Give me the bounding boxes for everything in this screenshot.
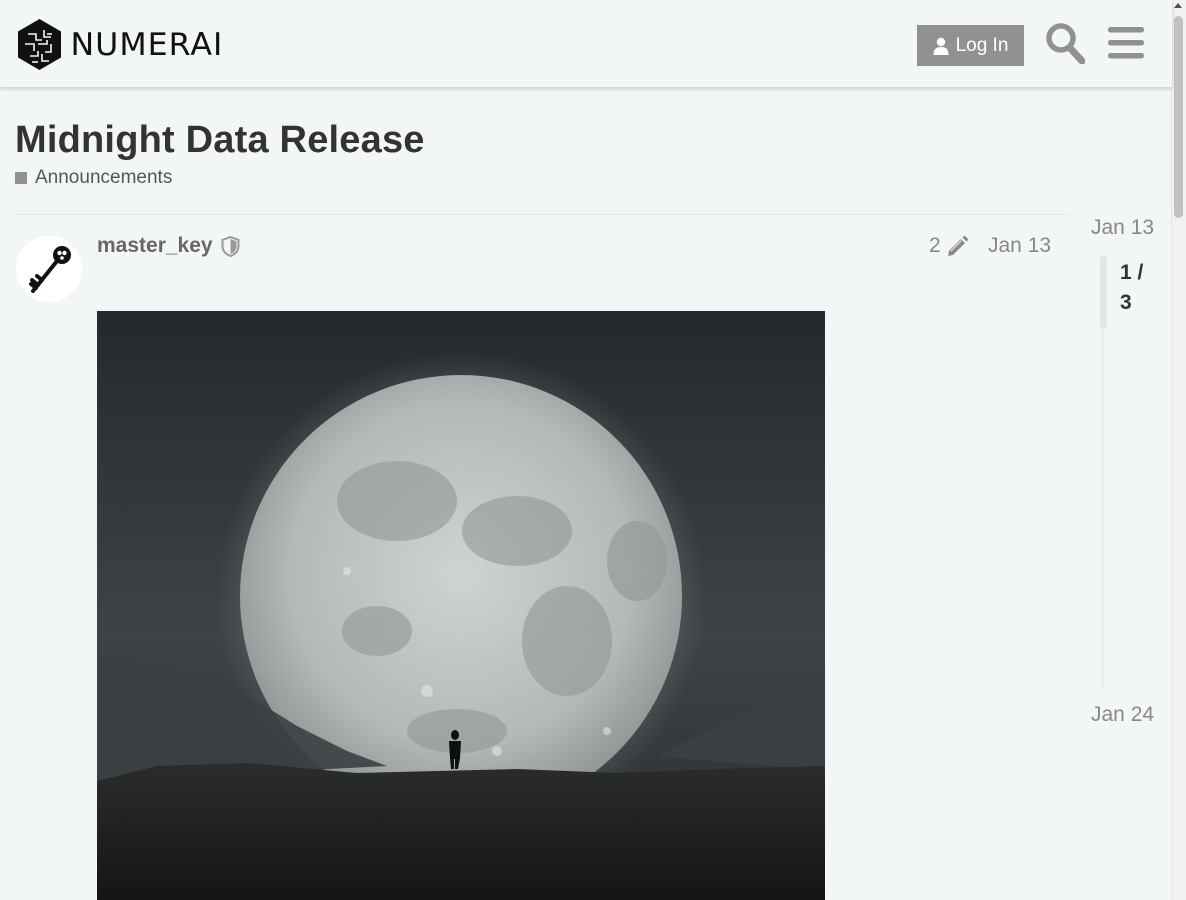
edit-history-button[interactable]: 2: [929, 234, 969, 258]
page: NUMERAI Log In Midnight Data Release Ann…: [0, 0, 1186, 900]
site-header: NUMERAI Log In: [0, 0, 1172, 87]
timeline-scroller-handle[interactable]: [1100, 256, 1107, 328]
topic-divider: [15, 214, 1069, 215]
post-username[interactable]: master_key: [97, 234, 213, 258]
category-color-swatch: [15, 172, 27, 184]
scroll-up-arrow-icon[interactable]: [1174, 3, 1182, 8]
scrollbar-thumb[interactable]: [1174, 16, 1183, 218]
post-image-moon-landscape[interactable]: [97, 311, 825, 900]
logo-wordmark: NUMERAI: [70, 26, 224, 63]
site-logo[interactable]: NUMERAI: [16, 18, 222, 71]
category-badge[interactable]: Announcements: [15, 167, 172, 189]
timeline-position: 1 / 3: [1120, 261, 1144, 314]
key-icon: [16, 236, 82, 302]
pencil-icon: [947, 235, 969, 256]
user-icon: [933, 37, 949, 55]
shield-icon: [221, 236, 240, 257]
topic-title[interactable]: Midnight Data Release: [15, 119, 425, 162]
avatar[interactable]: [16, 236, 82, 302]
login-button[interactable]: Log In: [917, 25, 1024, 66]
hamburger-menu-icon[interactable]: [1108, 27, 1144, 59]
numerai-logo-icon: [18, 19, 61, 70]
timeline-start-date[interactable]: Jan 13: [1091, 216, 1154, 240]
moon-landscape-image: [97, 311, 825, 900]
search-icon[interactable]: [1045, 22, 1085, 64]
timeline-end-date[interactable]: Jan 24: [1091, 703, 1154, 727]
login-label: Log In: [955, 34, 1009, 56]
category-label: Announcements: [35, 167, 173, 188]
edit-count: 2: [929, 234, 941, 257]
post-date[interactable]: Jan 13: [988, 234, 1051, 258]
